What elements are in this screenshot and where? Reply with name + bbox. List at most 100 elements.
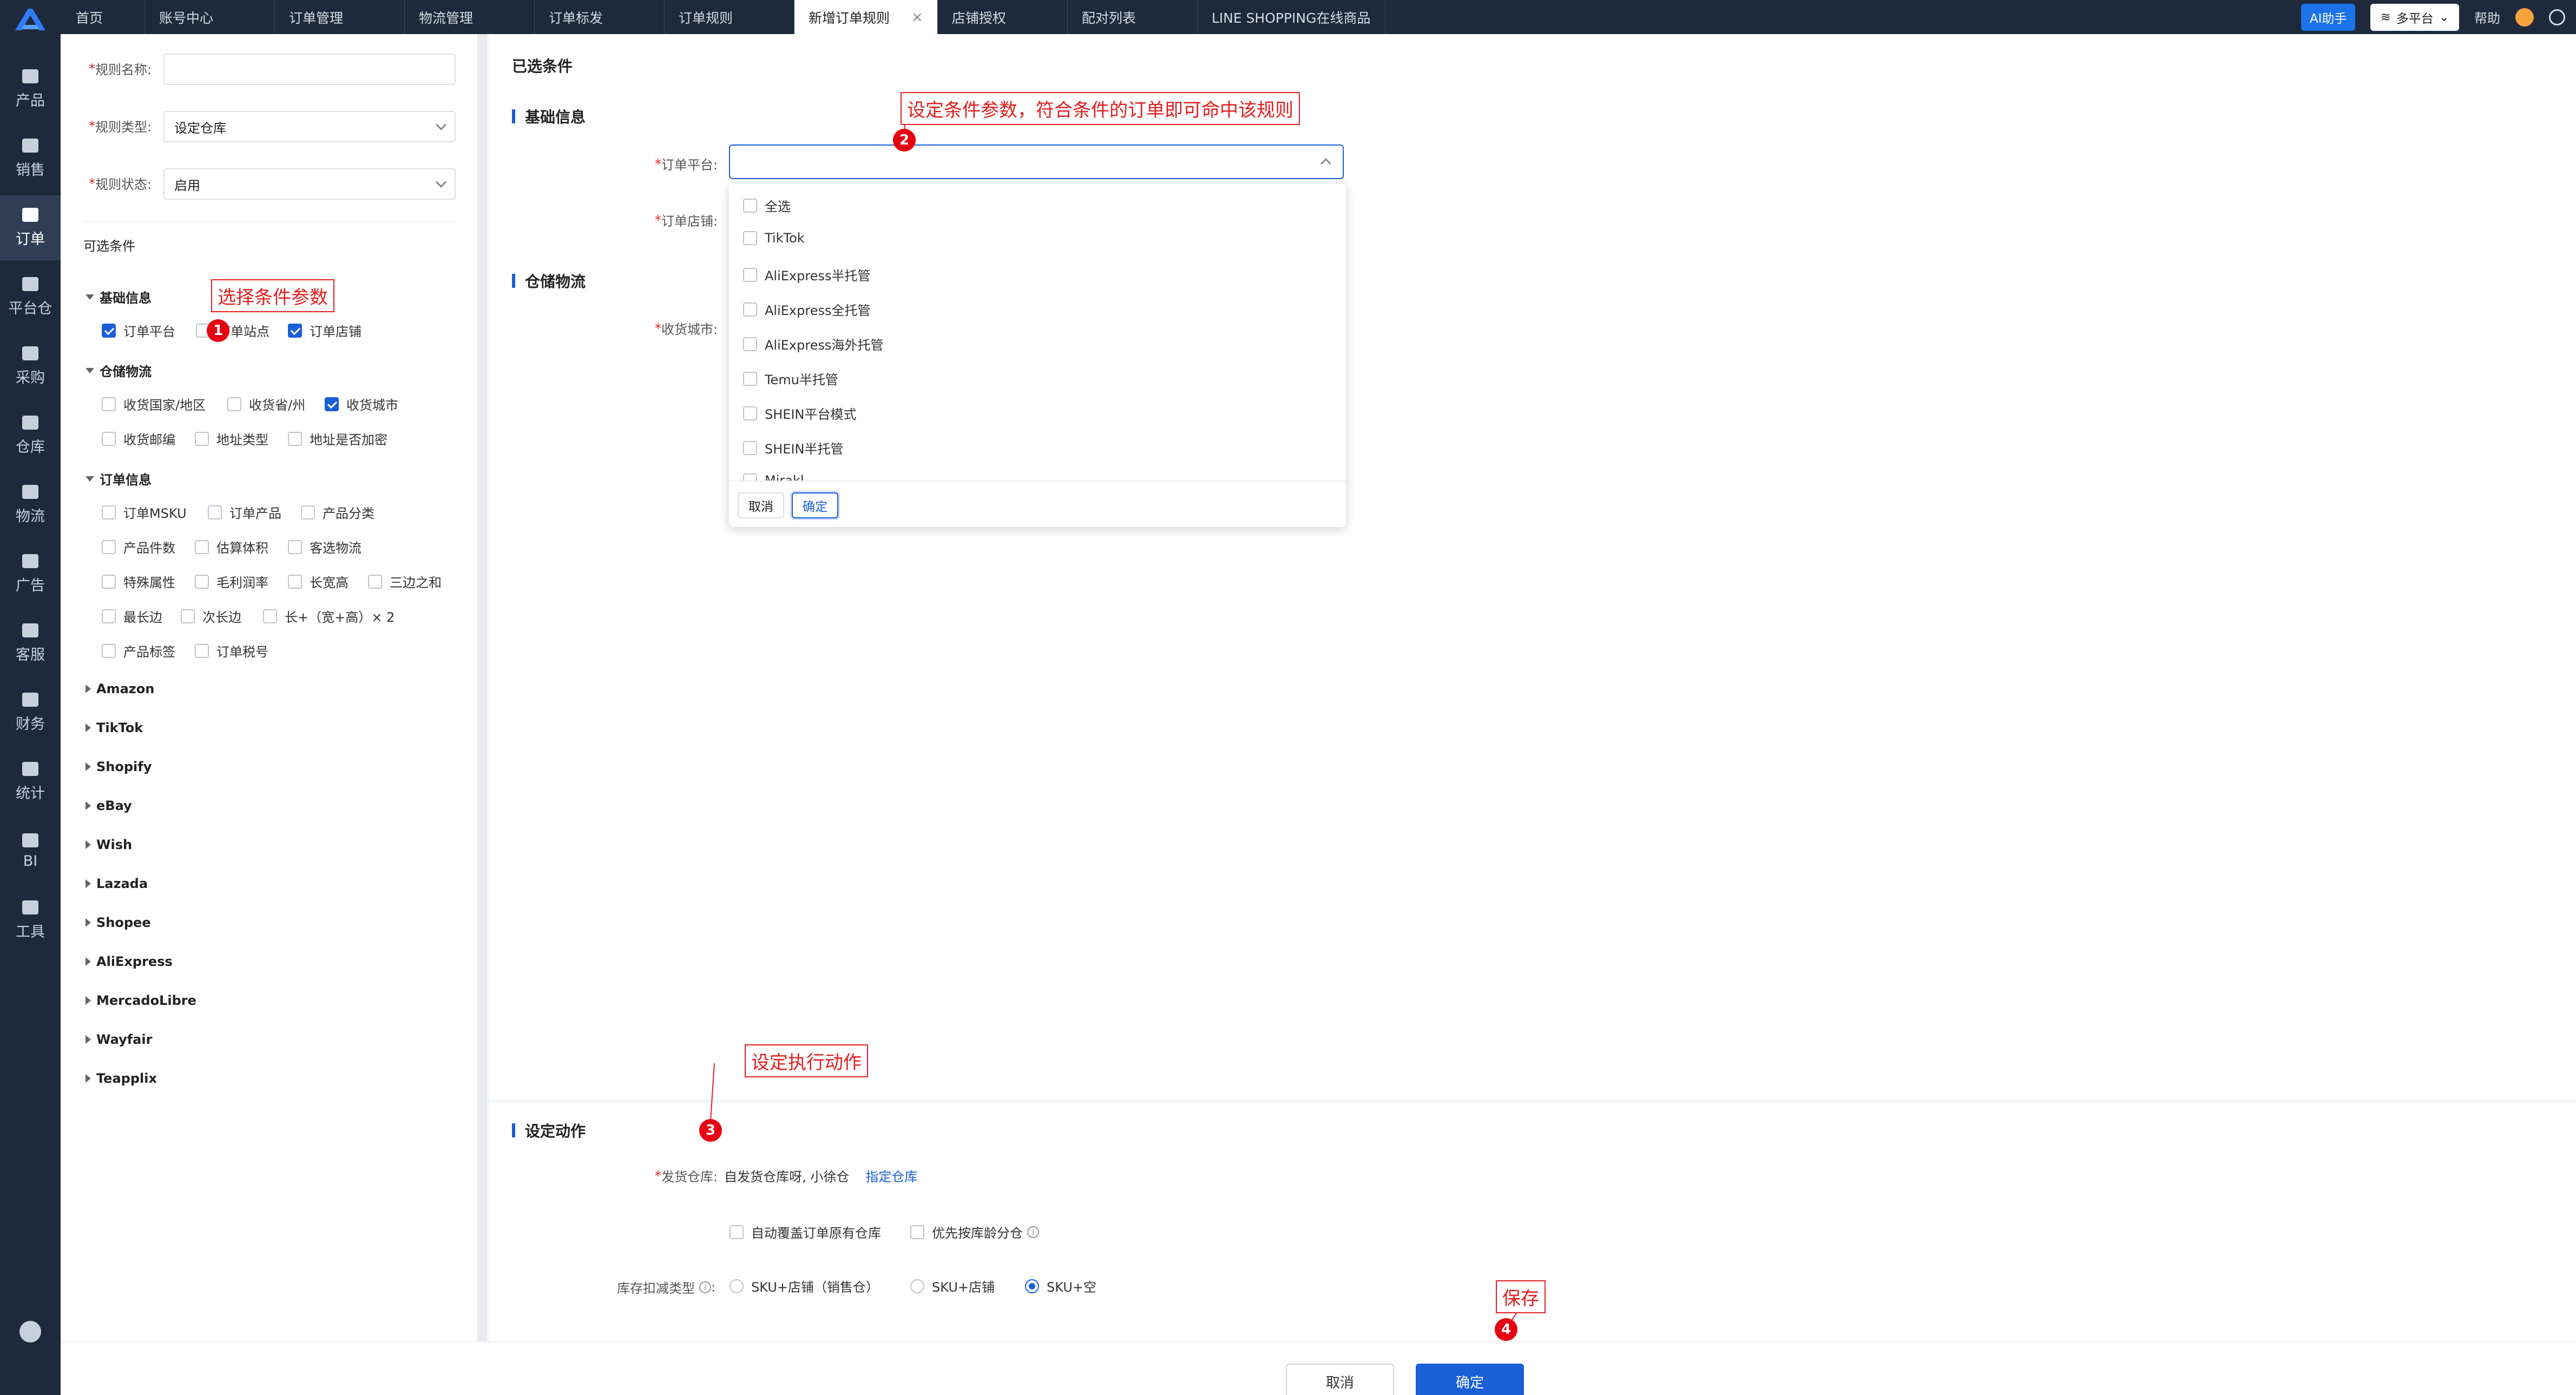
cb-address-type[interactable]: 地址类型 [195, 429, 268, 448]
info-icon[interactable]: i [1027, 1226, 1039, 1238]
tab-order-marking[interactable]: 订单标发 [535, 0, 665, 34]
checkbox[interactable] [102, 609, 116, 623]
checkbox[interactable] [301, 505, 315, 519]
nav-item-stats[interactable]: 统计 [0, 749, 61, 814]
dropdown-option[interactable]: 全选 [743, 196, 791, 215]
cb-msku[interactable]: 订单MSKU [102, 503, 187, 522]
cb-product-count[interactable]: 产品件数 [102, 537, 175, 556]
dropdown-option[interactable]: AliExpress全托管 [743, 300, 870, 319]
nav-item-purchase[interactable]: 采购 [0, 334, 61, 399]
cb-province[interactable]: 收货省/州 [227, 394, 305, 413]
checkbox[interactable] [102, 323, 116, 338]
cb-country[interactable]: 收货国家/地区 [102, 394, 206, 413]
cb-second-longest[interactable]: 次长边 [181, 607, 241, 626]
checkbox[interactable] [102, 574, 116, 589]
dropdown-ok-button[interactable]: 确定 [792, 492, 838, 518]
dropdown-cancel-button[interactable]: 取消 [738, 492, 784, 518]
confirm-button[interactable]: 确定 [1416, 1364, 1524, 1395]
checkbox[interactable] [195, 574, 209, 589]
search-icon[interactable] [2549, 9, 2565, 25]
group-wayfair[interactable]: Wayfair [86, 1032, 152, 1047]
checkbox[interactable] [195, 643, 209, 658]
cb-product-category[interactable]: 产品分类 [301, 503, 374, 522]
checkbox[interactable] [730, 1225, 744, 1239]
checkbox[interactable] [102, 539, 116, 554]
radio-circle[interactable] [910, 1279, 924, 1293]
nav-item-bi[interactable]: BI [0, 819, 61, 884]
checkbox[interactable] [288, 539, 302, 554]
checkbox[interactable] [195, 431, 209, 446]
dropdown-option[interactable]: SHEIN平台模式 [743, 404, 856, 423]
checkbox[interactable] [181, 609, 195, 623]
checkbox[interactable] [743, 440, 757, 455]
checkbox[interactable] [743, 337, 757, 351]
radio-circle[interactable] [1025, 1279, 1039, 1293]
dropdown-option[interactable]: AliExpress半托管 [743, 265, 870, 284]
group-warehouse[interactable]: 仓储物流 [86, 361, 152, 380]
panel-scrollbar[interactable] [477, 34, 487, 1341]
cb-dimensions[interactable]: 长宽高 [288, 572, 349, 591]
group-tiktok[interactable]: TikTok [86, 720, 143, 735]
avatar[interactable] [2515, 8, 2534, 27]
rule-status-select[interactable]: 启用 [163, 168, 456, 200]
cb-tax-number[interactable]: 订单税号 [195, 641, 268, 660]
dropdown-option[interactable]: SHEIN半托管 [743, 438, 843, 457]
cb-overwrite-warehouse[interactable]: 自动覆盖订单原有仓库 [730, 1222, 881, 1241]
checkbox[interactable] [195, 539, 209, 554]
nav-item-product[interactable]: 产品 [0, 57, 61, 122]
checkbox[interactable] [743, 231, 757, 245]
checkbox[interactable] [288, 323, 302, 338]
ai-assistant-button[interactable]: AI助手 [2301, 3, 2356, 31]
group-ebay[interactable]: eBay [86, 798, 132, 813]
checkbox[interactable] [743, 267, 757, 282]
group-teapplix[interactable]: Teapplix [86, 1071, 157, 1086]
checkbox[interactable] [263, 609, 277, 623]
cb-order-shop[interactable]: 订单店铺 [288, 321, 362, 340]
radio-sku-shop[interactable]: SKU+店铺 [910, 1276, 995, 1295]
nav-item-order[interactable]: 订单 [0, 195, 61, 260]
group-lazada[interactable]: Lazada [86, 876, 148, 891]
checkbox[interactable] [102, 643, 116, 658]
checkbox[interactable] [288, 431, 302, 446]
cb-estimated-volume[interactable]: 估算体积 [195, 537, 268, 556]
cb-product-tag[interactable]: 产品标签 [102, 641, 175, 660]
checkbox[interactable] [743, 302, 757, 317]
radio-sku-shop-sales[interactable]: SKU+店铺（销售仓） [730, 1276, 879, 1295]
checkbox[interactable] [227, 397, 241, 411]
checkbox[interactable] [910, 1225, 924, 1239]
cb-customer-logistics[interactable]: 客选物流 [288, 537, 362, 556]
radio-circle[interactable] [730, 1279, 744, 1293]
nav-item-ads[interactable]: 广告 [0, 542, 61, 607]
checkbox[interactable] [288, 574, 302, 589]
tab-new-order-rule[interactable]: 新增订单规则 × [794, 0, 938, 34]
nav-item-finance[interactable]: 财务 [0, 680, 61, 745]
nav-item-tools[interactable]: 工具 [0, 888, 61, 953]
checkbox[interactable] [208, 505, 222, 519]
dropdown-option[interactable]: Temu半托管 [743, 369, 838, 388]
rule-type-select[interactable]: 设定仓库 [163, 111, 456, 142]
cb-order-platform[interactable]: 订单平台 [102, 321, 175, 340]
checkbox[interactable] [325, 397, 339, 411]
nav-item-service[interactable]: 客服 [0, 611, 61, 676]
group-amazon[interactable]: Amazon [86, 681, 154, 696]
nav-item-warehouse[interactable]: 仓库 [0, 403, 61, 468]
group-wish[interactable]: Wish [86, 837, 132, 852]
tab-home[interactable]: 首页 [62, 0, 145, 34]
checkbox[interactable] [102, 397, 116, 411]
checkbox[interactable] [743, 371, 757, 386]
nav-item-logistics[interactable]: 物流 [0, 472, 61, 537]
checkbox[interactable] [743, 198, 757, 213]
tab-account-center[interactable]: 账号中心 [145, 0, 275, 34]
cb-order-product[interactable]: 订单产品 [208, 503, 281, 522]
nav-item-sales[interactable]: 销售 [0, 126, 61, 191]
tab-logistics[interactable]: 物流管理 [405, 0, 535, 34]
cb-longest-side[interactable]: 最长边 [102, 607, 162, 626]
cancel-button[interactable]: 取消 [1286, 1364, 1394, 1395]
tab-line-shopping[interactable]: LINE SHOPPING在线商品 [1198, 0, 1385, 34]
logo-icon[interactable] [12, 5, 49, 32]
cb-address-encrypted[interactable]: 地址是否加密 [288, 429, 387, 448]
radio-sku-empty[interactable]: SKU+空 [1025, 1276, 1096, 1295]
assign-warehouse-link[interactable]: 指定仓库 [865, 1166, 917, 1185]
group-shopify[interactable]: Shopify [86, 759, 152, 774]
info-icon[interactable]: i [699, 1281, 711, 1293]
